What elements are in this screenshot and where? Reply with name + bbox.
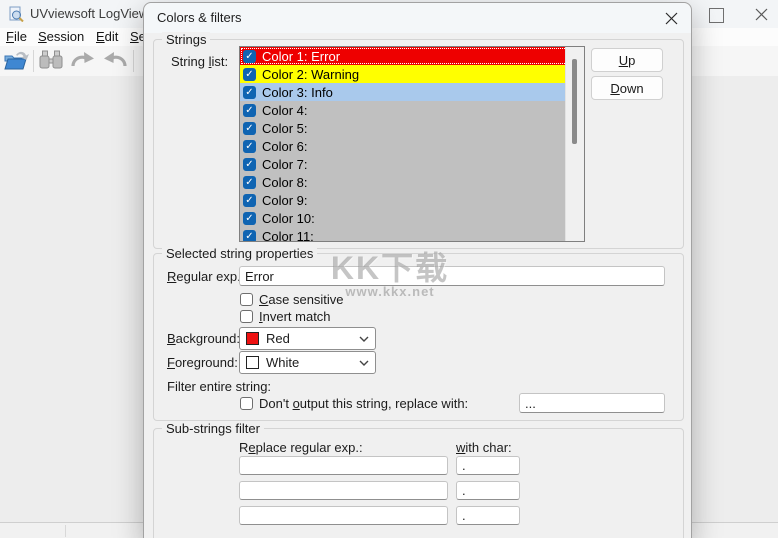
list-item[interactable]: ✓ Color 7: bbox=[240, 155, 568, 173]
checkbox-unchecked-icon[interactable] bbox=[240, 293, 253, 306]
list-item-label: Color 10: bbox=[262, 210, 315, 226]
checkbox-checked-icon[interactable]: ✓ bbox=[243, 49, 256, 63]
list-item[interactable]: ✓ Color 2: Warning bbox=[240, 65, 568, 83]
checkbox-checked-icon[interactable]: ✓ bbox=[243, 139, 256, 153]
list-scrollbar-thumb[interactable] bbox=[572, 59, 577, 144]
list-item-label: Color 7: bbox=[262, 156, 308, 172]
checkbox-checked-icon[interactable]: ✓ bbox=[243, 67, 256, 81]
list-item[interactable]: ✓ Color 3: Info bbox=[240, 83, 568, 101]
with-char-input[interactable] bbox=[456, 481, 520, 500]
main-window-title: UVviewsoft LogViewer bbox=[30, 6, 160, 21]
with-char-input[interactable] bbox=[456, 456, 520, 475]
dialog-title: Colors & filters bbox=[157, 10, 242, 25]
list-item[interactable]: ✓ Color 4: bbox=[240, 101, 568, 119]
dialog-close-icon[interactable] bbox=[665, 12, 678, 25]
checkbox-checked-icon[interactable]: ✓ bbox=[243, 193, 256, 207]
list-item[interactable]: ✓ Color 11: bbox=[240, 227, 568, 242]
chevron-down-icon bbox=[359, 360, 369, 366]
undo-arrow-icon[interactable] bbox=[103, 49, 129, 72]
case-sensitive-row[interactable]: Case sensitive bbox=[240, 292, 344, 307]
background-value: Red bbox=[266, 331, 290, 346]
case-sensitive-label: Case sensitive bbox=[259, 292, 344, 307]
checkbox-checked-icon[interactable]: ✓ bbox=[243, 103, 256, 117]
list-item-label: Color 9: bbox=[262, 192, 308, 208]
replace-regex-header: Replace regular exp.: bbox=[239, 440, 363, 455]
menu-edit[interactable]: Edit bbox=[96, 29, 118, 44]
substring-row bbox=[239, 456, 520, 475]
replace-regex-input[interactable] bbox=[239, 456, 448, 475]
redo-arrow-icon[interactable] bbox=[69, 49, 95, 72]
list-item[interactable]: ✓ Color 6: bbox=[240, 137, 568, 155]
list-item-label: Color 11: bbox=[262, 228, 314, 242]
down-button[interactable]: Down bbox=[591, 76, 663, 100]
toolbar-separator bbox=[133, 50, 134, 72]
close-icon[interactable] bbox=[755, 8, 768, 21]
with-char-header: with char: bbox=[456, 440, 512, 455]
screen: UVviewsoft LogViewer File Session Edit S… bbox=[0, 0, 778, 538]
list-item-label: Color 4: bbox=[262, 102, 308, 118]
invert-match-label: Invert match bbox=[259, 309, 331, 324]
substring-rows bbox=[239, 456, 520, 531]
replace-with-input[interactable] bbox=[519, 393, 665, 413]
dont-output-row[interactable]: Don't output this string, replace with: bbox=[240, 396, 468, 411]
with-char-input[interactable] bbox=[456, 506, 520, 525]
checkbox-checked-icon[interactable]: ✓ bbox=[243, 121, 256, 135]
background-combo[interactable]: Red bbox=[239, 327, 376, 350]
string-list[interactable]: ✓ Color 1: Error ✓ Color 2: Warning ✓ Color 3… bbox=[239, 46, 585, 242]
dont-output-label: Don't output this string, replace with: bbox=[259, 396, 469, 411]
foreground-swatch bbox=[246, 356, 259, 369]
list-scrollbar[interactable] bbox=[565, 47, 584, 241]
foreground-combo[interactable]: White bbox=[239, 351, 376, 374]
menu-session[interactable]: Session bbox=[38, 29, 84, 44]
foreground-label: Foreground: bbox=[167, 355, 238, 370]
string-list-label: String list: bbox=[171, 54, 229, 69]
app-icon bbox=[9, 6, 24, 22]
list-item-label: Color 3: Info bbox=[262, 84, 333, 100]
list-item-label: Color 8: bbox=[262, 174, 308, 190]
list-item-label: Color 5: bbox=[262, 120, 308, 136]
colors-filters-dialog: Colors & filters Strings String list: ✓ C… bbox=[143, 2, 692, 538]
background-swatch bbox=[246, 332, 259, 345]
checkbox-checked-icon[interactable]: ✓ bbox=[243, 229, 256, 241]
dialog-titlebar: Colors & filters bbox=[144, 3, 691, 33]
regular-exp-input[interactable] bbox=[239, 266, 665, 286]
checkbox-checked-icon[interactable]: ✓ bbox=[243, 85, 256, 99]
substring-row bbox=[239, 481, 520, 500]
list-item-label: Color 2: Warning bbox=[262, 66, 360, 82]
list-item[interactable]: ✓ Color 1: Error bbox=[240, 47, 568, 65]
properties-group-label: Selected string properties bbox=[162, 246, 318, 261]
up-button[interactable]: Up bbox=[591, 48, 663, 72]
checkbox-unchecked-icon[interactable] bbox=[240, 397, 253, 410]
filter-entire-string-label: Filter entire string: bbox=[167, 379, 272, 394]
string-list-rows: ✓ Color 1: Error ✓ Color 2: Warning ✓ Color 3… bbox=[240, 47, 584, 242]
checkbox-checked-icon[interactable]: ✓ bbox=[243, 211, 256, 225]
regular-exp-label: Regular exp.: bbox=[167, 269, 245, 284]
strings-group-label: Strings bbox=[162, 32, 211, 47]
list-item[interactable]: ✓ Color 5: bbox=[240, 119, 568, 137]
replace-regex-input[interactable] bbox=[239, 481, 448, 500]
list-item[interactable]: ✓ Color 10: bbox=[240, 209, 568, 227]
replace-regex-input[interactable] bbox=[239, 506, 448, 525]
list-item[interactable]: ✓ Color 8: bbox=[240, 173, 568, 191]
status-bar-divider bbox=[65, 525, 66, 537]
find-binoculars-icon[interactable] bbox=[39, 49, 63, 71]
chevron-down-icon bbox=[359, 336, 369, 342]
invert-match-row[interactable]: Invert match bbox=[240, 309, 331, 324]
checkbox-checked-icon[interactable]: ✓ bbox=[243, 175, 256, 189]
foreground-value: White bbox=[266, 355, 300, 370]
list-item-label: Color 6: bbox=[262, 138, 308, 154]
substrings-group-label: Sub-strings filter bbox=[162, 421, 264, 436]
list-item-label: Color 1: Error bbox=[262, 48, 341, 64]
background-label: Background: bbox=[167, 331, 240, 346]
checkbox-checked-icon[interactable]: ✓ bbox=[243, 157, 256, 171]
list-item[interactable]: ✓ Color 9: bbox=[240, 191, 568, 209]
substring-row bbox=[239, 506, 520, 525]
toolbar-separator bbox=[33, 50, 34, 72]
open-folder-icon[interactable] bbox=[3, 49, 30, 73]
checkbox-unchecked-icon[interactable] bbox=[240, 310, 253, 323]
menu-file[interactable]: File bbox=[6, 29, 27, 44]
maximize-icon[interactable] bbox=[709, 8, 724, 23]
